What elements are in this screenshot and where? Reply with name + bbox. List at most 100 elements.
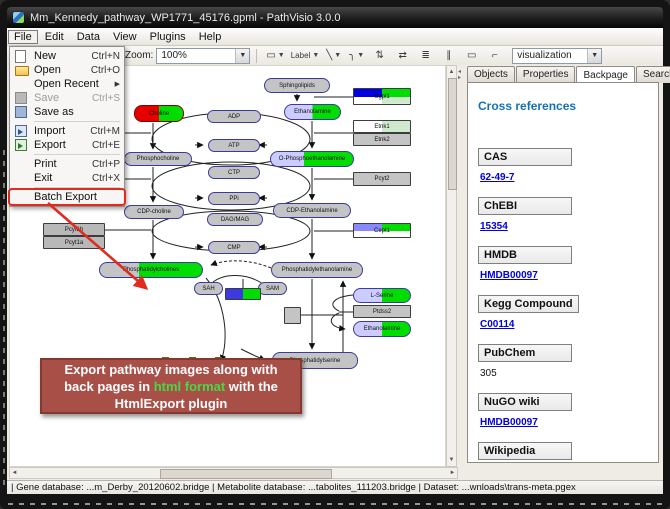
pathway-node-ethanolamine-top[interactable]: Ethanolamine	[284, 104, 341, 120]
file-menu-item-open[interactable]: OpenCtrl+O	[10, 63, 124, 77]
line-tool-icon: ╲	[326, 50, 332, 61]
menu-item-label: Save	[34, 92, 86, 104]
stack-vertical-button-icon: ≣	[422, 50, 430, 61]
pathway-node-ctp[interactable]: CTP	[208, 166, 260, 179]
vertical-scroll-thumb[interactable]	[448, 78, 457, 190]
chevron-down-icon[interactable]: ▼	[357, 52, 364, 59]
scroll-left-icon[interactable]: ◄	[10, 468, 19, 478]
pathway-node-ptdss2[interactable]: Ptdss2	[353, 305, 411, 318]
pathway-node-etnk2[interactable]: Etnk2	[353, 133, 411, 146]
file-menu-item-print[interactable]: Print Ctrl+P	[10, 157, 124, 171]
menubar-item-data[interactable]: Data	[71, 30, 106, 44]
label-tool[interactable]: Label▼	[291, 48, 320, 63]
stack-horizontal-button[interactable]: ∥	[440, 48, 457, 63]
align-center-button[interactable]: ⇅	[371, 48, 388, 63]
chevron-down-icon[interactable]: ▼	[278, 52, 285, 59]
pathway-node-cdp-ethanolamine[interactable]: CDP-Ethanolamine	[273, 203, 351, 218]
chevron-down-icon[interactable]: ▼	[235, 49, 249, 63]
pathway-node-phosphatidylethanolamine[interactable]: Phosphatidylethanolamine	[271, 262, 363, 278]
pathway-node-cmp[interactable]: CMP	[208, 241, 260, 254]
stack-vertical-button[interactable]: ≣	[417, 48, 434, 63]
pathway-node-atp[interactable]: ATP	[208, 139, 260, 152]
menubar-item-file[interactable]: File	[8, 30, 38, 44]
scroll-up-icon[interactable]: ▲	[447, 67, 456, 77]
scroll-down-icon[interactable]: ▼	[447, 455, 456, 465]
splitter-grip-icon[interactable]: ◂▸	[458, 69, 461, 81]
pathway-node-pcyt1b[interactable]: Pcyt1b	[43, 223, 105, 236]
pathway-node-sphingolipids[interactable]: Sphingolipids	[264, 78, 330, 93]
scroll-right-icon[interactable]: ►	[448, 468, 457, 478]
pathway-node-phosphocholine[interactable]: Phosphocholine	[124, 152, 192, 166]
file-menu-item-exit[interactable]: ExitCtrl+X	[10, 171, 124, 185]
pathway-node-adp[interactable]: ADP	[207, 110, 261, 123]
file-menu-item-save-as[interactable]: Save as	[10, 105, 124, 119]
datanode-tool-icon: ▭	[266, 50, 275, 61]
visualization-combobox[interactable]: visualization ▼	[512, 48, 602, 64]
file-menu-popup: NewCtrl+NOpenCtrl+OOpen Recent▶Save Ctrl+…	[9, 46, 125, 207]
datanode-tool[interactable]: ▭▼	[266, 48, 284, 63]
menu-item-shortcut: Ctrl+E	[92, 140, 120, 151]
tab-properties[interactable]: Properties	[516, 66, 576, 83]
panel-splitter[interactable]: ◂▸	[457, 65, 465, 467]
group-button[interactable]: ⌐	[486, 48, 503, 63]
tab-search[interactable]: Search	[636, 66, 670, 83]
xref-title: NuGO wiki	[478, 393, 572, 411]
xref-link[interactable]: 62-49-7	[480, 172, 648, 183]
pathway-node-covered-gene-box[interactable]	[225, 288, 261, 300]
align-middle-button[interactable]: ⇄	[394, 48, 411, 63]
scale-button[interactable]: ▭	[463, 48, 480, 63]
xref-link[interactable]: HMDB00097	[480, 417, 648, 428]
pathway-node-etnk1[interactable]: Etnk1	[353, 120, 411, 133]
status-text: | Gene database: ...m_Derby_20120602.bri…	[11, 482, 576, 493]
menu-item-shortcut: Ctrl+P	[92, 159, 120, 170]
xref-link[interactable]: 15354	[480, 221, 648, 232]
menu-item-label: Save as	[34, 106, 120, 118]
pathway-node-sam[interactable]: SAM	[258, 282, 287, 295]
callout-text-highlight: html format	[154, 379, 226, 394]
menubar-item-view[interactable]: View	[107, 30, 143, 44]
chevron-down-icon[interactable]: ▼	[334, 52, 341, 59]
pathway-node-sgpl1[interactable]: Sgpl1	[353, 88, 411, 105]
file-menu-item-new[interactable]: NewCtrl+N	[10, 49, 124, 63]
chevron-down-icon[interactable]: ▼	[587, 49, 601, 63]
xref-title: CAS	[478, 148, 572, 166]
pathway-node-pcyt2[interactable]: Pcyt2	[353, 172, 411, 186]
tab-objects[interactable]: Objects	[467, 66, 515, 83]
horizontal-scroll-thumb[interactable]	[160, 469, 332, 479]
pathway-node-small-gene-box[interactable]	[284, 307, 301, 324]
pathway-node-l-serine[interactable]: L-Serine	[353, 288, 411, 303]
pathway-node-o-phosphoethanolamine[interactable]: O-Phosphoethanolamine	[270, 151, 354, 167]
cross-references-heading: Cross references	[478, 99, 648, 113]
menubar-item-edit[interactable]: Edit	[39, 30, 70, 44]
save-icon	[15, 92, 27, 104]
pathway-node-choline-top[interactable]: Choline	[134, 105, 184, 122]
menu-item-shortcut: Ctrl+O	[91, 65, 120, 76]
pathway-node-pcyt1a[interactable]: Pcyt1a	[43, 236, 105, 249]
pathway-node-dag-mag[interactable]: DAG/MAG	[207, 213, 263, 226]
xref-link[interactable]: C00114	[480, 319, 648, 330]
menubar-item-help[interactable]: Help	[193, 30, 228, 44]
pathway-node-ppi[interactable]: PPi	[208, 192, 260, 205]
file-menu-item-batch-export[interactable]: Batch Export	[10, 190, 124, 204]
file-menu-item-import[interactable]: ImportCtrl+M	[10, 124, 124, 138]
tab-backpage[interactable]: Backpage	[576, 66, 634, 83]
file-menu-item-export[interactable]: ExportCtrl+E	[10, 138, 124, 152]
canvas-vertical-scrollbar[interactable]: ▲ ▼	[446, 65, 457, 467]
xref-section-hmdb: HMDBHMDB00097	[478, 245, 648, 281]
pathway-node-cept1[interactable]: Cept1	[353, 223, 411, 238]
menubar-item-plugins[interactable]: Plugins	[144, 30, 192, 44]
zoom-combobox[interactable]: 100% ▼	[156, 48, 250, 64]
chevron-down-icon[interactable]: ▼	[312, 52, 319, 59]
pathway-node-cdp-choline[interactable]: CDP-choline	[124, 205, 184, 219]
title-bar[interactable]: Mm_Kennedy_pathway_WP1771_45176.gpml - P…	[7, 7, 663, 28]
pathway-node-phosphatidylcholines[interactable]: Phosphatidylcholines	[99, 262, 203, 278]
backpage-content[interactable]: Cross references CAS62-49-7ChEBI15354HMD…	[467, 82, 659, 463]
xref-link[interactable]: HMDB00097	[480, 270, 648, 281]
pathway-node-sah[interactable]: SAH	[194, 282, 223, 295]
connector-tool[interactable]: ╮▼	[348, 48, 365, 63]
file-menu-item-open-recent[interactable]: Open Recent▶	[10, 77, 124, 91]
canvas-horizontal-scrollbar[interactable]: ◄ ►	[9, 467, 458, 479]
line-tool[interactable]: ╲▼	[325, 48, 342, 63]
pathway-node-ethanolamine-low[interactable]: Ethanolamine	[353, 321, 411, 337]
menu-item-label: Print	[34, 158, 86, 170]
